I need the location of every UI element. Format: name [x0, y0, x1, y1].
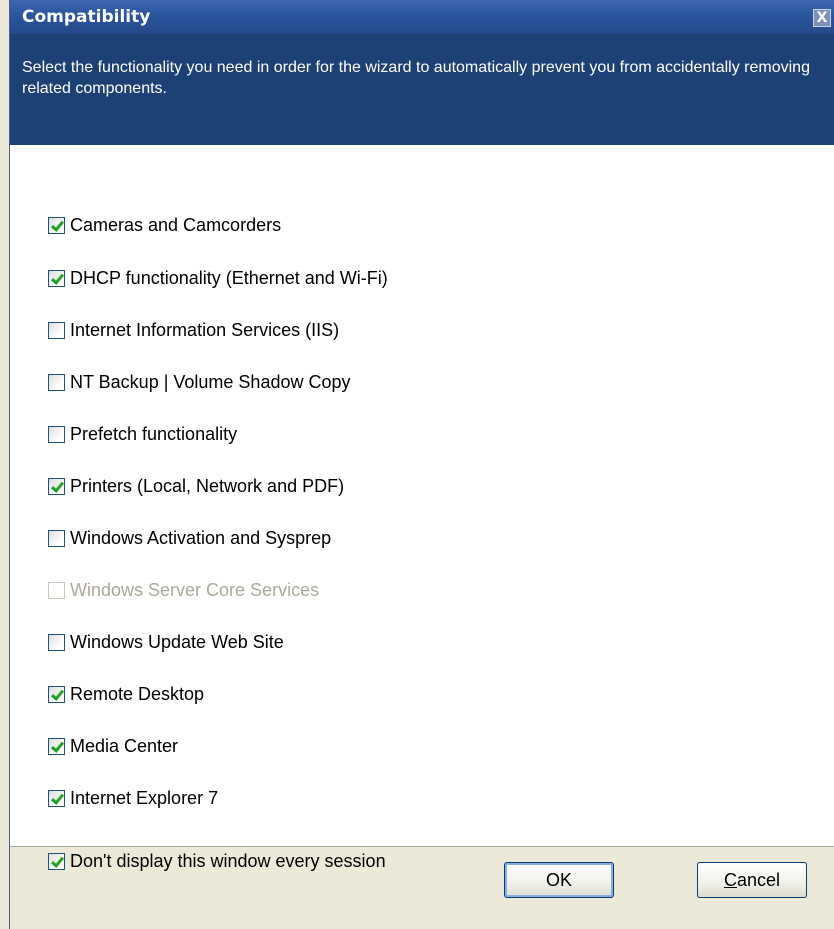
option-checkbox[interactable]: [48, 685, 65, 703]
option-activation[interactable]: Windows Activation and Sysprep: [48, 525, 331, 551]
option-label: Internet Information Services (IIS): [70, 319, 340, 340]
option-printers[interactable]: Printers (Local, Network and PDF): [48, 473, 344, 499]
option-remote-desktop[interactable]: Remote Desktop: [48, 681, 204, 707]
option-label: Printers (Local, Network and PDF): [70, 475, 345, 496]
cancel-button[interactable]: Cancel: [697, 862, 807, 898]
option-checkbox[interactable]: [48, 789, 65, 807]
close-icon: X: [816, 10, 828, 26]
functionality-list: Cameras and Camcorders DHCP functionalit…: [10, 145, 834, 847]
option-ie7[interactable]: Internet Explorer 7: [48, 785, 218, 811]
option-prefetch[interactable]: Prefetch functionality: [48, 421, 237, 447]
option-media-center[interactable]: Media Center: [48, 733, 178, 759]
option-checkbox[interactable]: [48, 321, 65, 339]
option-label: NT Backup | Volume Shadow Copy: [70, 371, 351, 392]
option-label: Media Center: [70, 735, 179, 756]
option-nt-backup[interactable]: NT Backup | Volume Shadow Copy: [48, 369, 351, 395]
title-bar[interactable]: Compatibility X: [10, 0, 834, 34]
close-button[interactable]: X: [813, 9, 831, 27]
ok-label: OK: [545, 869, 572, 890]
option-label: Prefetch functionality: [70, 423, 238, 444]
ok-button[interactable]: OK: [504, 862, 614, 898]
dont-display-checkbox[interactable]: [48, 852, 65, 870]
instruction-text: Select the functionality you need in ord…: [22, 59, 810, 97]
option-label: Cameras and Camcorders: [70, 214, 282, 235]
option-checkbox: [48, 581, 65, 599]
dont-display-label: Don't display this window every session: [70, 850, 386, 871]
option-label: DHCP functionality (Ethernet and Wi-Fi): [70, 267, 388, 288]
compatibility-dialog: Compatibility X Select the functionality…: [9, 0, 834, 929]
option-checkbox[interactable]: [48, 529, 65, 547]
option-checkbox[interactable]: [48, 373, 65, 391]
cancel-label: Cancel: [723, 869, 781, 890]
option-label: Windows Activation and Sysprep: [70, 527, 332, 548]
option-label: Windows Update Web Site: [70, 631, 284, 652]
option-windows-update[interactable]: Windows Update Web Site: [48, 629, 284, 655]
option-checkbox[interactable]: [48, 269, 65, 287]
option-checkbox[interactable]: [48, 633, 65, 651]
window-title: Compatibility: [22, 7, 151, 27]
option-server-core: Windows Server Core Services: [48, 577, 319, 603]
option-label: Windows Server Core Services: [70, 579, 320, 600]
option-checkbox[interactable]: [48, 425, 65, 443]
option-checkbox[interactable]: [48, 216, 65, 234]
option-checkbox[interactable]: [48, 737, 65, 755]
option-checkbox[interactable]: [48, 477, 65, 495]
dont-display-option[interactable]: Don't display this window every session: [48, 847, 386, 875]
option-label: Internet Explorer 7: [70, 787, 219, 808]
option-dhcp[interactable]: DHCP functionality (Ethernet and Wi-Fi): [48, 265, 388, 291]
option-label: Remote Desktop: [70, 683, 205, 704]
option-cameras[interactable]: Cameras and Camcorders: [48, 212, 281, 238]
option-iis[interactable]: Internet Information Services (IIS): [48, 317, 339, 343]
